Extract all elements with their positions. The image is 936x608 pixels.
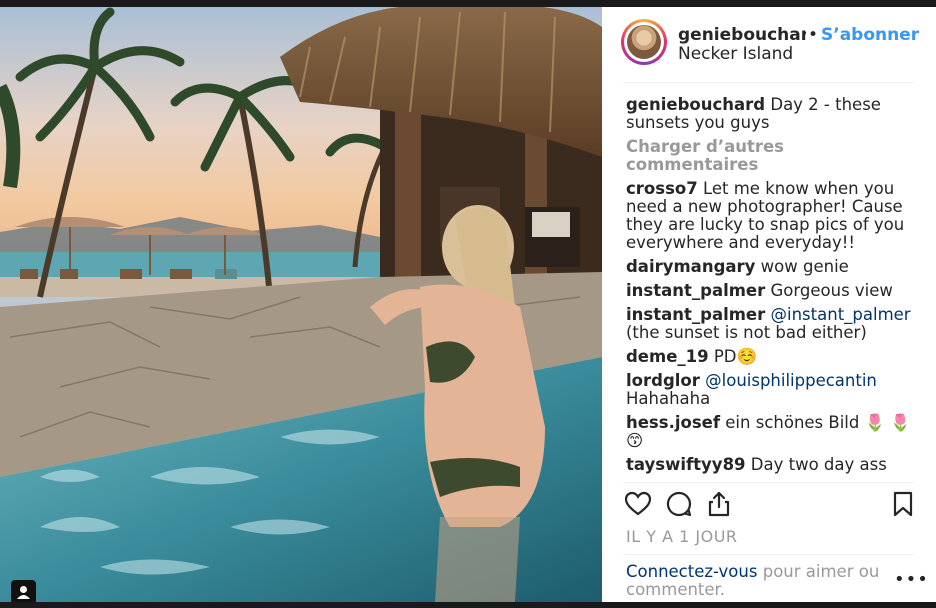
user-tag-icon[interactable] xyxy=(11,580,36,602)
share-glyph xyxy=(708,491,730,517)
bookmark-icon[interactable] xyxy=(889,490,917,518)
comment-mention-link[interactable]: @louisphilippecantin xyxy=(705,371,877,390)
login-divider xyxy=(623,554,914,555)
load-more-comments-button[interactable]: Charger d’autres commentaires xyxy=(626,138,916,174)
comment-username[interactable]: dairymangary xyxy=(626,257,755,276)
actions-divider-top xyxy=(623,482,914,483)
avatar-image xyxy=(627,25,661,59)
follow-button[interactable]: S’abonner xyxy=(821,25,919,45)
comment-text: (the sunset is not bad either) xyxy=(626,323,867,342)
comment-username[interactable]: instant_palmer xyxy=(626,281,765,300)
share-icon[interactable] xyxy=(705,490,733,518)
post-actions-bar xyxy=(602,487,936,523)
post-timestamp[interactable]: IL Y A 1 JOUR xyxy=(626,527,738,546)
bottom-strip xyxy=(0,602,936,608)
header-divider xyxy=(623,82,914,83)
user-tag-glyph xyxy=(17,586,30,599)
more-options-button[interactable]: ••• xyxy=(894,569,929,590)
comment-text: PD☺️ xyxy=(713,347,758,366)
avatar[interactable] xyxy=(621,19,667,65)
comment-text: wow genie xyxy=(760,257,849,276)
comment-item: deme_19 PD☺️ xyxy=(626,348,916,366)
header-separator-dot: • xyxy=(808,25,819,45)
comment-username[interactable]: crosso7 xyxy=(626,179,698,198)
comment-item: lordglor @louisphilippecantin Hahahaha xyxy=(626,372,916,408)
login-link[interactable]: Connectez-vous xyxy=(626,562,757,581)
comment-item: dairymangary wow genie xyxy=(626,258,916,276)
post-sidebar: geniebouchard • S’abonner Necker Island … xyxy=(602,7,936,602)
photo-illustration xyxy=(0,7,602,602)
caption: geniebouchard Day 2 - these sunsets you … xyxy=(626,96,916,132)
avatar-frame xyxy=(624,22,664,62)
comment-mention-link[interactable]: @instant_palmer xyxy=(771,305,911,324)
comment-text: Gorgeous view xyxy=(770,281,893,300)
comment-item: instant_palmer Gorgeous view xyxy=(626,282,916,300)
comment-item: crosso7 Let me know when you need a new … xyxy=(626,180,916,252)
comment-username[interactable]: hess.josef xyxy=(626,413,720,432)
comment-item: instant_palmer @instant_palmer (the suns… xyxy=(626,306,916,342)
comment-item: hess.josef ein schönes Bild 🌷 🌷 😙 xyxy=(626,414,916,450)
comment-username[interactable]: deme_19 xyxy=(626,347,709,366)
comment-icon[interactable] xyxy=(665,490,693,518)
comment-username[interactable]: tayswiftyy89 xyxy=(626,455,746,474)
post-header: geniebouchard • S’abonner Necker Island xyxy=(602,7,936,82)
comment-username[interactable]: lordglor xyxy=(626,371,700,390)
comments-list: geniebouchard Day 2 - these sunsets you … xyxy=(626,96,916,482)
heart-icon[interactable] xyxy=(624,490,652,518)
post-photo[interactable] xyxy=(0,7,602,602)
comment-item: tayswiftyy89 Day two day ass xyxy=(626,456,916,474)
caption-username[interactable]: geniebouchard xyxy=(626,96,765,114)
bookmark-glyph xyxy=(893,491,913,517)
comment-username[interactable]: instant_palmer xyxy=(626,305,765,324)
login-prompt: Connectez-vous pour aimer ou commenter. xyxy=(626,563,888,599)
comment-text: Hahahaha xyxy=(626,389,711,408)
comment-glyph xyxy=(666,491,692,517)
post-location[interactable]: Necker Island xyxy=(678,44,793,64)
heart-glyph xyxy=(624,491,652,516)
top-strip xyxy=(0,0,936,7)
comment-text: Day two day ass xyxy=(750,455,887,474)
